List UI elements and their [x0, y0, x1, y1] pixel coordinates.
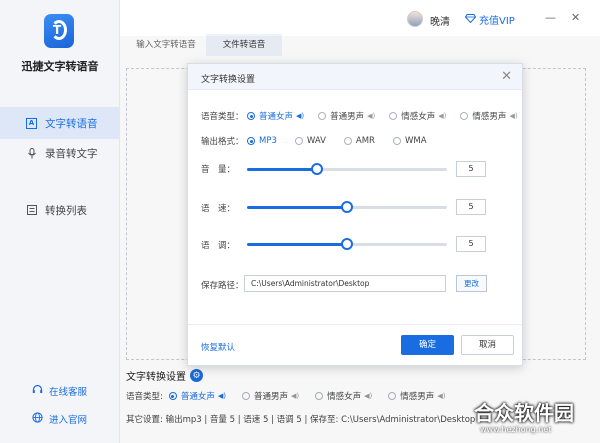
reset-default-link[interactable]: 恢复默认 [201, 341, 235, 353]
voice-type-row: 语音类型： 普通女声 ◀) 普通男声 ◀) 情感女声 ◀) 情感男声 ◀) [201, 110, 518, 122]
radio-label: 普通男声 [330, 112, 365, 122]
window-close-button[interactable]: ✕ [571, 11, 580, 24]
sidebar-item-label: 录音转文字 [45, 147, 98, 160]
change-path-button[interactable]: 更改 [456, 275, 487, 292]
app-name: 迅捷文字转语音 [21, 60, 99, 73]
speaker-icon: ◀) [367, 112, 376, 120]
voice-option[interactable]: 普通女声 ◀) [247, 110, 304, 122]
title-bar [120, 0, 600, 36]
sidebar-item-label: 文字转语音 [45, 117, 98, 130]
pitch-label: 语 调： [201, 241, 236, 251]
text-a-icon: A [26, 117, 37, 129]
ok-button[interactable]: 确定 [401, 335, 454, 355]
voice-type-label: 语音类型： [201, 112, 244, 122]
output-format-row: 输出格式： MP3 WAV AMR WMA [201, 135, 443, 147]
online-service-label: 在线客服 [49, 387, 88, 398]
volume-slider[interactable] [247, 163, 447, 175]
sidebar-item-text-to-speech[interactable]: A 文字转语音 [0, 107, 120, 139]
online-service-link[interactable]: 在线客服 [32, 384, 87, 398]
app-logo-icon: T [44, 14, 74, 48]
sidebar: T 迅捷文字转语音 A 文字转语音 录音转文字 转换列表 在线客服 进入官网 [0, 0, 120, 443]
format-option[interactable]: MP3 [247, 136, 277, 146]
pitch-value[interactable]: 5 [456, 236, 486, 252]
speed-slider[interactable] [247, 201, 447, 213]
radio-label: WAV [306, 136, 326, 146]
save-path-label: 保存路径： [201, 281, 244, 291]
radio-label: AMR [355, 136, 375, 146]
output-format-label: 输出格式： [201, 137, 244, 147]
divider [188, 324, 522, 325]
conversion-settings-dialog: 文字转换设置 ✕ 语音类型： 普通女声 ◀) 普通男声 ◀) 情感女声 ◀) 情感男声… [187, 63, 523, 366]
format-option[interactable]: WMA [392, 136, 427, 146]
list-icon [26, 205, 37, 216]
speaker-icon: ◀) [509, 112, 518, 120]
minimize-button[interactable]: — [545, 11, 556, 24]
official-site-label: 进入官网 [49, 415, 88, 426]
save-path-input[interactable]: C:\Users\Administrator\Desktop [244, 275, 446, 292]
watermark: 合众软件园 www.hezhong.net [466, 395, 600, 443]
slider-fill [247, 206, 347, 209]
avatar[interactable] [407, 11, 423, 27]
voice-option[interactable]: 情感男声 ◀) [460, 110, 518, 122]
sidebar-item-speech-to-text[interactable]: 录音转文字 [0, 137, 120, 169]
official-site-link[interactable]: 进入官网 [32, 412, 87, 426]
globe-icon [32, 412, 43, 426]
pitch-slider[interactable] [247, 238, 447, 250]
slider-knob[interactable] [341, 238, 353, 250]
watermark-url: www.hezhong.net [480, 425, 552, 434]
radio-label: 普通女声 [259, 112, 294, 122]
volume-value[interactable]: 5 [456, 161, 486, 177]
diamond-icon [464, 13, 477, 26]
sidebar-item-convert-list[interactable]: 转换列表 [0, 194, 120, 226]
format-option[interactable]: AMR [343, 136, 375, 146]
sidebar-item-label: 转换列表 [45, 204, 87, 217]
watermark-title: 合众软件园 [474, 401, 574, 425]
radio-label: WMA [404, 136, 427, 146]
headset-icon [32, 384, 43, 398]
radio-label: 情感女声 [401, 112, 436, 122]
slider-fill [247, 168, 317, 171]
speaker-icon: ◀) [438, 112, 447, 120]
recharge-vip-button[interactable]: 充值VIP [464, 12, 515, 27]
volume-label: 音 量： [201, 165, 236, 175]
voice-option[interactable]: 普通男声 ◀) [318, 110, 375, 122]
radio-label: MP3 [259, 136, 277, 146]
dialog-close-icon[interactable]: ✕ [501, 69, 512, 84]
slider-fill [247, 243, 347, 246]
speed-value[interactable]: 5 [456, 199, 486, 215]
dialog-title: 文字转换设置 [201, 75, 256, 85]
cancel-button[interactable]: 取消 [461, 335, 514, 355]
speaker-icon: ◀) [296, 112, 305, 120]
radio-label: 情感男声 [472, 112, 507, 122]
slider-knob[interactable] [341, 201, 353, 213]
microphone-icon [26, 147, 37, 159]
slider-knob[interactable] [311, 163, 323, 175]
format-option[interactable]: WAV [294, 136, 326, 146]
voice-option[interactable]: 情感女声 ◀) [389, 110, 446, 122]
username[interactable]: 晚清 [430, 13, 450, 28]
vip-label: 充值VIP [479, 16, 515, 27]
speed-label: 语 速： [201, 204, 236, 214]
